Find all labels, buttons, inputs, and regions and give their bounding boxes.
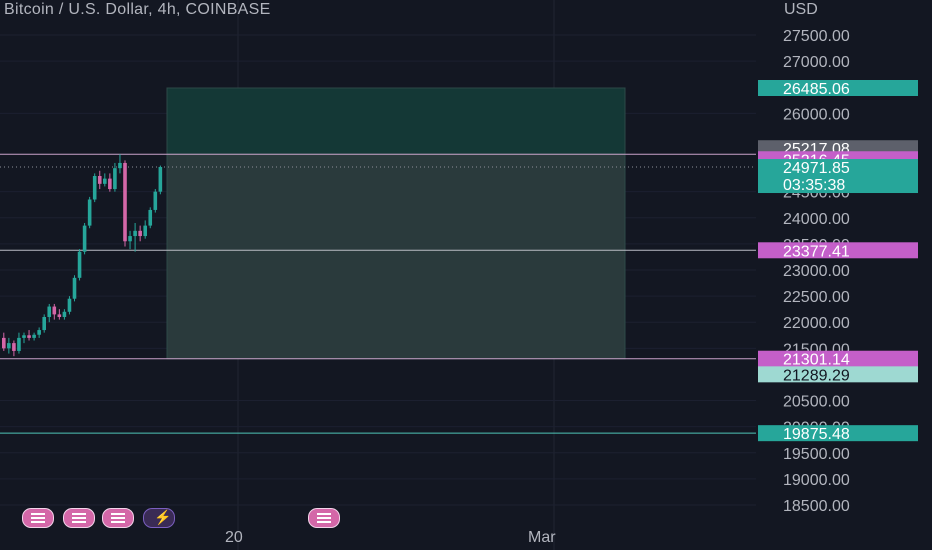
price-tick-label: 20500.00 <box>783 394 850 411</box>
candle-body <box>42 317 46 331</box>
candle-body <box>57 314 62 317</box>
chart-title: Bitcoin / U.S. Dollar, 4h, COINBASE <box>4 1 271 18</box>
x-tick-label: Mar <box>528 529 556 546</box>
currency-label: USD <box>784 1 818 18</box>
price-tag-label: 19875.48 <box>783 426 850 443</box>
price-tag-label: 23377.41 <box>783 243 850 260</box>
candle-body <box>32 334 36 338</box>
candle-body <box>128 236 132 242</box>
price-tick-label: 18500.00 <box>783 498 850 515</box>
candle-body <box>1 337 6 349</box>
candle-body <box>7 343 11 349</box>
candle-body <box>138 230 142 237</box>
candle-body <box>148 209 153 226</box>
candle-body <box>153 191 158 210</box>
candle-body <box>27 335 31 338</box>
candle-body <box>87 199 92 226</box>
us-flag-event-icon[interactable] <box>63 508 95 528</box>
price-tick-label: 22000.00 <box>783 315 850 332</box>
candle-body <box>133 230 137 237</box>
us-flag-event-icon[interactable] <box>308 508 340 528</box>
candle-body <box>113 168 117 190</box>
candle-body <box>67 298 72 312</box>
us-flag-event-icon[interactable] <box>22 508 54 528</box>
price-tag-label: 21301.14 <box>783 352 850 369</box>
price-tick-label: 22500.00 <box>783 289 850 306</box>
price-tick-label: 27000.00 <box>783 54 850 71</box>
candle-body <box>82 225 87 252</box>
price-tick-label: 24000.00 <box>783 211 850 228</box>
candle-body <box>97 176 102 184</box>
candle-body <box>143 225 147 237</box>
candlestick-chart[interactable] <box>0 0 756 550</box>
candle-body <box>103 178 107 184</box>
price-tick-label: 19500.00 <box>783 446 850 463</box>
candle-body <box>123 162 127 242</box>
candle-body <box>118 162 122 169</box>
price-tick-label: 26000.00 <box>783 106 850 123</box>
price-tick-label: 23000.00 <box>783 263 850 280</box>
candle-body <box>108 178 112 190</box>
candle-body <box>22 335 26 338</box>
candle-body <box>47 306 52 317</box>
us-flag-event-icon[interactable] <box>102 508 134 528</box>
price-tag-label: 26485.06 <box>783 81 850 98</box>
x-tick-label: 20 <box>225 529 243 546</box>
candle-body <box>52 306 57 315</box>
price-axis[interactable]: 27500.0027000.0026000.0024500.0024000.00… <box>756 0 932 550</box>
candle-body <box>12 343 16 351</box>
candle-body <box>92 176 97 200</box>
candle-body <box>62 311 67 317</box>
price-tick-label: 19000.00 <box>783 472 850 489</box>
candle-body <box>17 337 21 351</box>
price-tick-label: 27500.00 <box>783 28 850 45</box>
candle-body <box>158 167 163 192</box>
candle-body <box>72 277 77 299</box>
stop-zone <box>166 153 626 360</box>
price-tag-label: 21289.29 <box>783 367 850 384</box>
price-tag-label: 24971.85 <box>783 160 850 177</box>
candle-body <box>77 251 82 278</box>
countdown-label: 03:35:38 <box>783 177 845 194</box>
lightning-event-icon[interactable]: ⚡ <box>143 508 175 528</box>
target-zone <box>166 87 626 155</box>
candle-body <box>37 330 41 335</box>
